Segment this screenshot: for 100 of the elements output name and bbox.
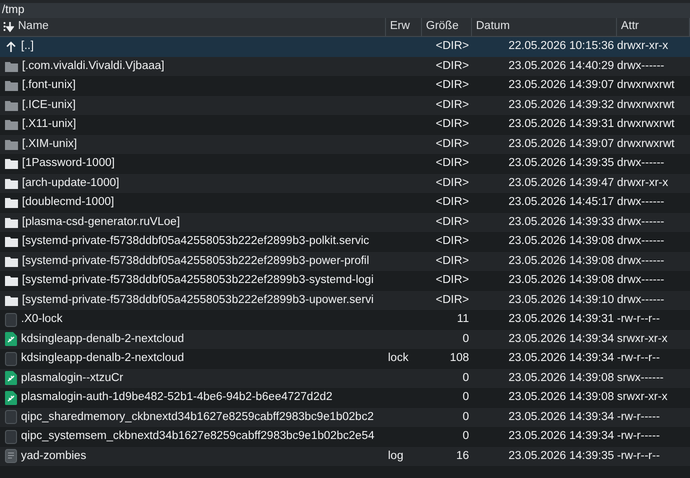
modified-date: 23.05.2026 14:39:35 — [508, 157, 614, 170]
file-size: <DIR> — [436, 216, 469, 228]
file-name: [plasma-csd-generator.ruVLoe] — [22, 214, 180, 230]
modified-date: 23.05.2026 14:39:34 — [508, 430, 614, 442]
file-row[interactable]: plasmalogin-auth-1d9be482-52b1-4be6-94b2-b6ee4727d2d2 0 23.05.2026 14:39:08 srwxr-xr-x — [0, 388, 690, 408]
modified-date: 23.05.2026 14:45:17 — [508, 196, 614, 208]
column-header[interactable]: Erw — [386, 18, 422, 36]
permissions: drwx------ — [617, 294, 664, 306]
file-row[interactable]: kdsingleapp-denalb-2-nextcloud lock 108 23.05.2026 14:39:34 -rw-r--r-- — [0, 349, 690, 368]
column-header[interactable]: Attr — [617, 18, 690, 36]
file-row[interactable]: [.ICE-unix] <DIR> 23.05.2026 14:39:32 drwxrwxrwt — [0, 96, 690, 115]
permissions: drwxrwxrwt — [617, 98, 674, 111]
file-icon — [5, 410, 17, 424]
file-size: <DIR> — [436, 60, 469, 72]
column-header[interactable]: Name — [0, 18, 386, 36]
file-name: qipc_systemsem_ckbnextd34b1627e8259cabff2983bc9e1b02bc2e54 — [21, 429, 374, 444]
file-row[interactable]: [systemd-private-f5738ddbf05a42558053b222ef2899b3-upower.servi <DIR> 23.05.2026 14:39:10 drwx------ — [0, 290, 690, 310]
permissions: drwx------ — [617, 60, 664, 72]
folder-icon — [5, 178, 18, 189]
file-name: [.X11-unix] — [22, 117, 76, 132]
modified-date: 22.05.2026 10:15:36 — [508, 40, 614, 52]
file-row[interactable]: [1Password-1000] <DIR> 23.05.2026 14:39:35 drwx------ — [0, 154, 690, 174]
modified-date: 23.05.2026 14:39:08 — [508, 254, 614, 267]
permissions: drwxrwxrwt — [617, 118, 674, 130]
modified-date: 23.05.2026 14:39:08 — [508, 274, 614, 286]
file-size: 0 — [462, 372, 469, 384]
file-size: 108 — [450, 352, 469, 364]
permissions: -rw-r--r-- — [617, 313, 660, 326]
file-name: [systemd-private-f5738ddbf05a42558053b222ef2899b3-upower.servi — [22, 292, 374, 308]
file-name: kdsingleapp-denalb-2-nextcloud — [21, 351, 184, 366]
file-name: .X0-lock — [21, 312, 63, 328]
file-name: [arch-update-1000] — [22, 176, 120, 191]
file-row[interactable]: [systemd-private-f5738ddbf05a42558053b222ef2899b3-polkit.servic <DIR> 23.05.2026 14:39:08 drwx------ — [0, 232, 690, 252]
plug-file-icon — [5, 390, 17, 405]
file-row[interactable]: .X0-lock 11 23.05.2026 14:39:31 -rw-r--r-- — [0, 310, 690, 330]
permissions: drwxrwxrwt — [617, 79, 674, 92]
folder-icon — [5, 294, 18, 306]
file-size: <DIR> — [436, 176, 469, 189]
file-size: <DIR> — [436, 40, 469, 52]
folder-icon — [5, 100, 18, 111]
column-header[interactable]: Datum — [472, 18, 617, 36]
file-icon — [5, 430, 17, 444]
file-row[interactable]: [.XIM-unix] <DIR> 23.05.2026 14:39:07 drwxrwxrwt — [0, 134, 690, 154]
folder-icon — [5, 138, 18, 150]
file-size: <DIR> — [436, 274, 469, 286]
file-row[interactable]: [arch-update-1000] <DIR> 23.05.2026 14:39:47 drwxr-xr-x — [0, 174, 690, 193]
file-row[interactable]: [plasma-csd-generator.ruVLoe] <DIR> 23.05.2026 14:39:33 drwx------ — [0, 212, 690, 232]
file-size: 16 — [456, 450, 469, 462]
modified-date: 23.05.2026 14:39:10 — [508, 294, 614, 306]
file-size: 0 — [462, 430, 469, 442]
modified-date: 23.05.2026 14:39:34 — [508, 410, 614, 423]
file-name: [..] — [21, 39, 34, 54]
modified-date: 23.05.2026 14:39:07 — [508, 138, 614, 150]
text-file-icon — [5, 449, 17, 464]
file-row[interactable]: [..] <DIR> 22.05.2026 10:15:36 drwxr-xr-x — [0, 37, 690, 56]
file-name: [systemd-private-f5738ddbf05a42558053b222ef2899b3-power-profil — [22, 254, 370, 269]
folder-icon — [5, 197, 18, 208]
file-name: [systemd-private-f5738ddbf05a42558053b222ef2899b3-polkit.servic — [22, 234, 370, 250]
plug-file-icon — [5, 332, 17, 346]
file-size: 0 — [462, 391, 469, 404]
path-label: /tmp — [0, 3, 690, 18]
file-size: <DIR> — [436, 196, 469, 208]
file-name: kdsingleapp-denalb-2-nextcloud — [21, 332, 184, 347]
file-row[interactable]: yad-zombies log 16 23.05.2026 14:39:35 -rw-r--r-- — [0, 446, 690, 466]
file-row[interactable]: [.font-unix] <DIR> 23.05.2026 14:39:07 drwxrwxrwt — [0, 76, 690, 96]
modified-date: 23.05.2026 14:39:35 — [508, 450, 614, 462]
file-name: [.XIM-unix] — [22, 136, 77, 152]
permissions: drwx------ — [617, 235, 664, 248]
file-icon — [5, 312, 17, 327]
folder-icon — [5, 80, 18, 92]
file-size: <DIR> — [436, 235, 469, 248]
modified-date: 23.05.2026 14:39:32 — [508, 98, 614, 111]
folder-icon — [5, 158, 18, 170]
file-name: [1Password-1000] — [22, 156, 115, 172]
file-row[interactable]: qipc_sharedmemory_ckbnextd34b1627e8259cabff2983bc9e1b02bc2 0 23.05.2026 14:39:34 -rw-r----- — [0, 408, 690, 427]
file-row[interactable]: [systemd-private-f5738ddbf05a42558053b222ef2899b3-systemd-logi <DIR> 23.05.2026 14:39:08 drwx------ — [0, 271, 690, 290]
permissions: drwxrwxrwt — [617, 138, 674, 150]
permissions: drwx------ — [617, 157, 664, 170]
file-row[interactable]: [systemd-private-f5738ddbf05a42558053b222ef2899b3-power-profil <DIR> 23.05.2026 14:39:08 drwx------ — [0, 252, 690, 271]
file-row[interactable]: kdsingleapp-denalb-2-nextcloud 0 23.05.2026 14:39:34 srwxr-xr-x — [0, 330, 690, 349]
modified-date: 23.05.2026 14:39:34 — [508, 352, 614, 364]
modified-date: 23.05.2026 14:39:08 — [508, 235, 614, 248]
folder-icon — [5, 275, 18, 286]
modified-date: 23.05.2026 14:39:31 — [508, 118, 614, 130]
file-name: plasmalogin--xtzuCr — [21, 370, 124, 386]
modified-date: 23.05.2026 14:39:33 — [508, 216, 614, 228]
permissions: -rw-r----- — [617, 430, 660, 442]
file-icon — [5, 352, 17, 366]
file-name: [doublecmd-1000] — [22, 195, 114, 210]
permissions: srwxr-xr-x — [617, 391, 668, 404]
file-extension: lock — [387, 352, 408, 364]
column-header[interactable]: Größe — [422, 18, 472, 36]
modified-date: 23.05.2026 14:39:08 — [508, 372, 614, 384]
file-row[interactable]: [.com.vivaldi.Vivaldi.Vjbaaa] <DIR> 23.05.2026 14:40:29 drwx------ — [0, 56, 690, 76]
file-row[interactable]: plasmalogin--xtzuCr 0 23.05.2026 14:39:08 srwx------ — [0, 368, 690, 388]
file-row[interactable]: [.X11-unix] <DIR> 23.05.2026 14:39:31 drwxrwxrwt — [0, 115, 690, 134]
modified-date: 23.05.2026 14:39:08 — [508, 391, 614, 404]
file-row[interactable]: [doublecmd-1000] <DIR> 23.05.2026 14:45:17 drwx------ — [0, 193, 690, 212]
plug-file-icon — [5, 371, 17, 386]
file-row[interactable]: qipc_systemsem_ckbnextd34b1627e8259cabff2983bc9e1b02bc2e54 0 23.05.2026 14:39:34 -rw-r----- — [0, 427, 690, 446]
